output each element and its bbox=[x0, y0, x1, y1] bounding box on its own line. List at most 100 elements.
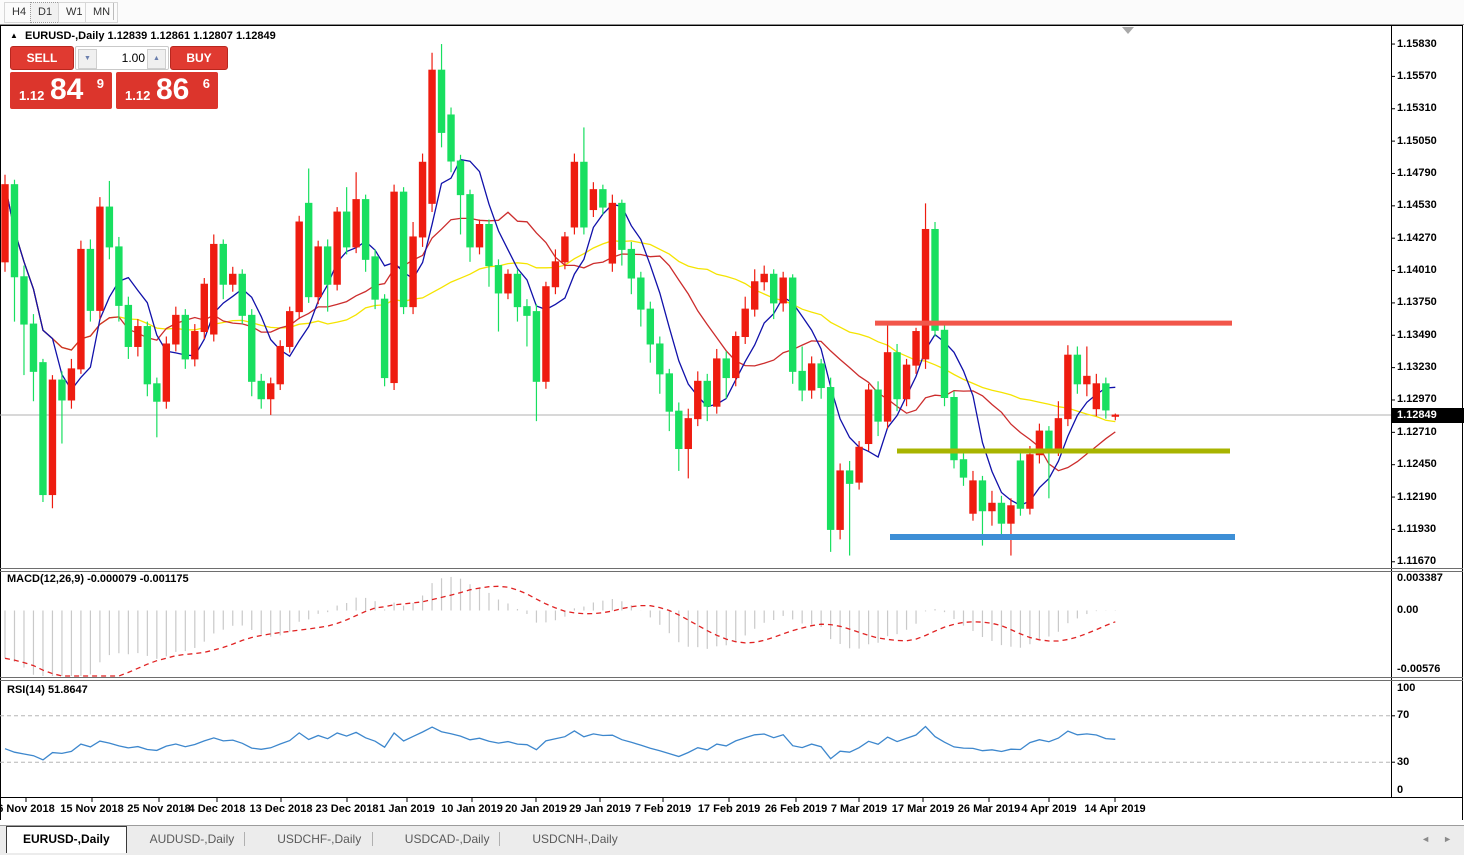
symbol-tab-usdcad[interactable]: USDCAD-,Daily bbox=[389, 827, 506, 851]
candle[interactable] bbox=[438, 70, 444, 132]
candle[interactable] bbox=[846, 471, 852, 483]
candle[interactable] bbox=[372, 257, 378, 299]
candle[interactable] bbox=[666, 374, 672, 411]
candle[interactable] bbox=[258, 381, 264, 398]
candle[interactable] bbox=[87, 249, 93, 310]
candle[interactable] bbox=[429, 70, 435, 203]
chart-shift-marker-icon[interactable] bbox=[1122, 27, 1134, 34]
candle[interactable] bbox=[315, 247, 321, 297]
candle[interactable] bbox=[154, 384, 160, 401]
volume-increase-button[interactable]: ▲ bbox=[147, 49, 166, 69]
candle[interactable] bbox=[989, 503, 995, 510]
candle[interactable] bbox=[676, 411, 682, 448]
candle[interactable] bbox=[125, 305, 131, 346]
candle[interactable] bbox=[381, 299, 387, 377]
volume-input[interactable]: 1.00 bbox=[122, 47, 145, 69]
candle[interactable] bbox=[495, 266, 501, 293]
candle[interactable] bbox=[657, 344, 663, 374]
candle[interactable] bbox=[400, 192, 406, 306]
candle[interactable] bbox=[571, 162, 577, 227]
candle[interactable] bbox=[837, 471, 843, 529]
candle[interactable] bbox=[59, 380, 65, 400]
candle[interactable] bbox=[2, 185, 8, 262]
candle[interactable] bbox=[353, 200, 359, 247]
candle[interactable] bbox=[296, 222, 302, 312]
candle[interactable] bbox=[761, 274, 767, 281]
candle[interactable] bbox=[609, 203, 615, 263]
candle[interactable] bbox=[135, 327, 141, 347]
candle[interactable] bbox=[875, 390, 881, 421]
candle[interactable] bbox=[638, 278, 644, 309]
candle[interactable] bbox=[239, 274, 245, 315]
candle[interactable] bbox=[704, 381, 710, 406]
candle[interactable] bbox=[941, 330, 947, 397]
candle[interactable] bbox=[277, 346, 283, 383]
candle[interactable] bbox=[1046, 431, 1052, 448]
tabs-scroll-left-button[interactable]: ◄ bbox=[1421, 834, 1430, 844]
candle[interactable] bbox=[647, 309, 653, 344]
candle[interactable] bbox=[106, 207, 112, 247]
candle[interactable] bbox=[287, 312, 293, 347]
candle[interactable] bbox=[533, 312, 539, 382]
candle[interactable] bbox=[78, 249, 84, 368]
tabs-scroll-right-button[interactable]: ► bbox=[1443, 834, 1452, 844]
candle[interactable] bbox=[590, 190, 596, 210]
candle[interactable] bbox=[30, 324, 36, 371]
candle[interactable] bbox=[220, 244, 226, 284]
candle[interactable] bbox=[770, 274, 776, 303]
symbol-tab-eurusd[interactable]: EURUSD-,Daily bbox=[6, 826, 127, 853]
candle[interactable] bbox=[476, 225, 482, 247]
candle[interactable] bbox=[1084, 376, 1090, 383]
candle[interactable] bbox=[998, 503, 1004, 523]
candle[interactable] bbox=[742, 309, 748, 336]
candle[interactable] bbox=[695, 381, 701, 418]
candle[interactable] bbox=[448, 115, 454, 161]
candle[interactable] bbox=[1093, 384, 1099, 409]
candle[interactable] bbox=[960, 460, 966, 477]
candle[interactable] bbox=[543, 287, 549, 382]
candle[interactable] bbox=[818, 364, 824, 388]
symbol-tab-usdchf[interactable]: USDCHF-,Daily bbox=[261, 827, 377, 851]
candle[interactable] bbox=[808, 364, 814, 390]
candle[interactable] bbox=[97, 207, 103, 310]
candle[interactable] bbox=[723, 359, 729, 378]
candle[interactable] bbox=[505, 274, 511, 293]
candle[interactable] bbox=[467, 195, 473, 247]
candle[interactable] bbox=[1074, 355, 1080, 384]
candle[interactable] bbox=[789, 278, 795, 371]
candle[interactable] bbox=[856, 447, 862, 482]
candle[interactable] bbox=[979, 481, 985, 511]
candle[interactable] bbox=[201, 284, 207, 331]
candle[interactable] bbox=[116, 247, 122, 305]
candle[interactable] bbox=[144, 327, 150, 384]
candle[interactable] bbox=[752, 282, 758, 309]
candle[interactable] bbox=[714, 359, 720, 406]
candle[interactable] bbox=[685, 419, 691, 449]
candle[interactable] bbox=[514, 274, 520, 306]
candle[interactable] bbox=[1055, 419, 1061, 449]
candle[interactable] bbox=[334, 212, 340, 284]
symbol-tab-usdcnh[interactable]: USDCNH-,Daily bbox=[516, 827, 633, 851]
candle[interactable] bbox=[913, 332, 919, 366]
candle[interactable] bbox=[865, 390, 871, 444]
candle[interactable] bbox=[11, 185, 17, 277]
chart-canvas[interactable] bbox=[0, 0, 1464, 825]
candle[interactable] bbox=[486, 225, 492, 266]
buy-button[interactable]: BUY bbox=[170, 46, 228, 70]
volume-decrease-button[interactable]: ▼ bbox=[78, 49, 97, 69]
sell-button[interactable]: SELL bbox=[10, 46, 74, 70]
candle[interactable] bbox=[827, 388, 833, 530]
candle[interactable] bbox=[1017, 461, 1023, 508]
symbol-tab-audusd[interactable]: AUDUSD-,Daily bbox=[134, 827, 251, 851]
candle[interactable] bbox=[343, 212, 349, 247]
candle[interactable] bbox=[21, 277, 27, 324]
candle[interactable] bbox=[619, 203, 625, 249]
candle[interactable] bbox=[173, 315, 179, 344]
candle[interactable] bbox=[391, 192, 397, 382]
candle[interactable] bbox=[922, 229, 928, 358]
candle[interactable] bbox=[419, 162, 425, 237]
candle[interactable] bbox=[410, 237, 416, 307]
candle[interactable] bbox=[211, 244, 217, 334]
candle[interactable] bbox=[884, 353, 890, 421]
candle[interactable] bbox=[192, 332, 198, 359]
